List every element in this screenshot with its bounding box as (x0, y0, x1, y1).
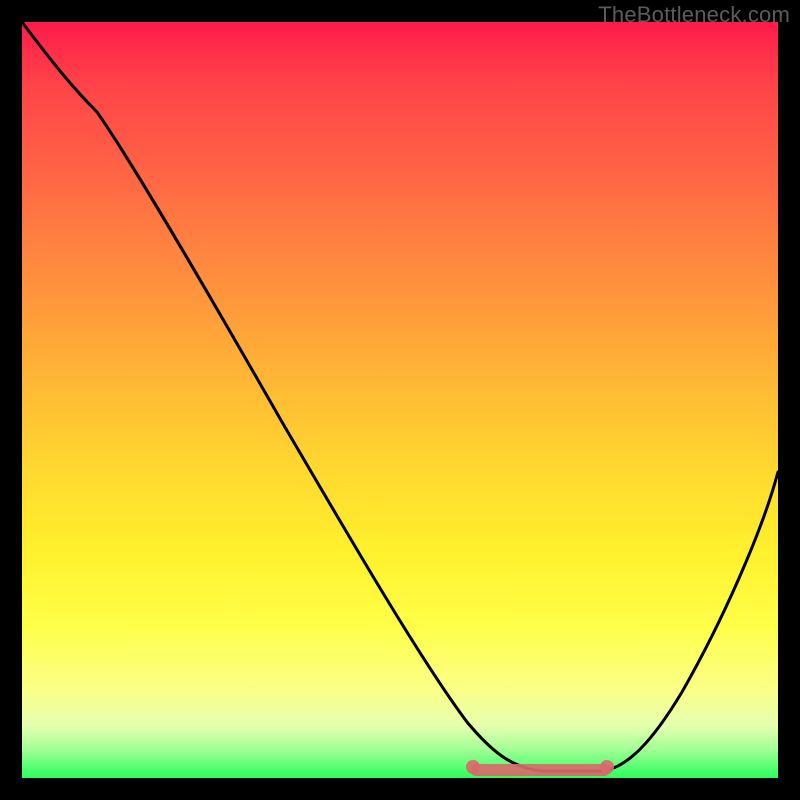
optimal-range-highlight-right-cap (600, 760, 614, 774)
optimal-range-highlight-left-cap (466, 760, 480, 774)
chart-plot-area (22, 22, 778, 778)
bottleneck-curve-path (22, 22, 778, 771)
optimal-range-highlight (470, 764, 610, 776)
watermark-text: TheBottleneck.com (598, 2, 790, 28)
bottleneck-curve-svg (22, 22, 778, 778)
